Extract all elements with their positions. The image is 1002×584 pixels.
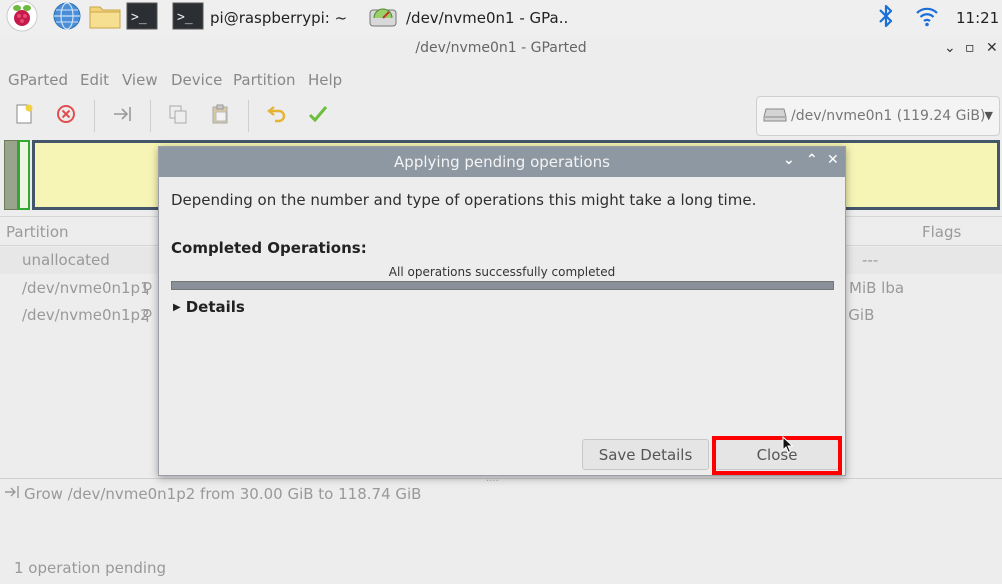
lock-icon: ⚲ bbox=[142, 306, 153, 324]
menu-edit[interactable]: Edit bbox=[80, 71, 109, 89]
resize-arrow-icon bbox=[111, 103, 133, 129]
menu-help[interactable]: Help bbox=[308, 71, 342, 89]
terminal-launcher[interactable]: >_ bbox=[126, 2, 158, 34]
lock-icon: ⚲ bbox=[142, 279, 153, 297]
dialog-description: Depending on the number and type of oper… bbox=[171, 191, 757, 209]
clock-text: 11:21 bbox=[956, 9, 1000, 27]
chevron-down-icon: ▼ bbox=[984, 109, 993, 122]
copy-icon bbox=[167, 103, 189, 129]
globe-icon bbox=[52, 1, 82, 35]
status-bar: 1 operation pending bbox=[0, 552, 1002, 584]
clock: 11:21 bbox=[956, 2, 999, 34]
wifi-icon bbox=[914, 3, 940, 33]
column-partition[interactable]: Partition bbox=[6, 223, 69, 241]
check-icon bbox=[307, 103, 329, 129]
graph-partition-p1[interactable] bbox=[4, 140, 18, 210]
grow-arrow-icon bbox=[4, 485, 20, 503]
operations-pane: .... Grow /dev/nvme0n1p2 from 30.00 GiB … bbox=[0, 473, 1002, 548]
paste-button[interactable] bbox=[206, 102, 234, 130]
operation-text: Grow /dev/nvme0n1p2 from 30.00 GiB to 11… bbox=[24, 485, 422, 503]
operation-item[interactable]: Grow /dev/nvme0n1p2 from 30.00 GiB to 11… bbox=[4, 485, 421, 503]
toolbar-separator bbox=[94, 100, 95, 132]
row-partition-name: /dev/nvme0n1p1 bbox=[22, 279, 150, 297]
completed-operations-label: Completed Operations: bbox=[171, 239, 367, 257]
progress-bar bbox=[171, 281, 834, 290]
svg-text:>_: >_ bbox=[131, 10, 147, 25]
menu-bar: GParted Edit View Device Partition Help bbox=[0, 66, 1002, 94]
device-select[interactable]: /dev/nvme0n1 (119.24 GiB) ▼ bbox=[756, 96, 1000, 136]
minimize-icon[interactable]: ⌄ bbox=[944, 40, 956, 56]
file-manager-launcher[interactable] bbox=[88, 2, 122, 34]
toolbar-separator bbox=[248, 100, 249, 132]
close-icon[interactable]: ✕ bbox=[986, 40, 998, 56]
browser-launcher[interactable] bbox=[52, 2, 82, 34]
new-document-icon bbox=[13, 103, 35, 129]
resize-move-button[interactable] bbox=[108, 102, 136, 130]
mouse-cursor-icon bbox=[782, 435, 794, 458]
raspberry-menu-button[interactable] bbox=[6, 0, 38, 36]
maximize-icon[interactable]: ▫ bbox=[965, 40, 975, 56]
apply-button[interactable] bbox=[304, 102, 332, 130]
graph-partition-p1-fill bbox=[18, 140, 30, 210]
bluetooth-icon bbox=[876, 3, 896, 33]
new-partition-button[interactable] bbox=[10, 102, 38, 130]
menu-view[interactable]: View bbox=[122, 71, 158, 89]
delete-icon bbox=[55, 103, 77, 129]
column-flags[interactable]: Flags bbox=[922, 223, 961, 241]
menu-gparted[interactable]: GParted bbox=[8, 71, 68, 89]
disk-icon bbox=[763, 105, 787, 127]
apply-operations-dialog: Applying pending operations ⌄ ⌃ ✕ Depend… bbox=[158, 146, 846, 476]
undo-icon bbox=[265, 103, 287, 129]
folder-icon bbox=[88, 1, 122, 35]
row-partition-name: unallocated bbox=[22, 251, 110, 269]
raspberry-icon bbox=[6, 0, 38, 36]
copy-button[interactable] bbox=[164, 102, 192, 130]
menu-partition[interactable]: Partition bbox=[233, 71, 296, 89]
window-title: /dev/nvme0n1 - GParted bbox=[415, 40, 587, 56]
paste-icon bbox=[209, 103, 231, 129]
gparted-icon bbox=[368, 2, 398, 34]
details-expander[interactable]: ▶ Details bbox=[173, 298, 245, 316]
terminal-icon: >_ bbox=[172, 2, 204, 34]
bluetooth-button[interactable] bbox=[876, 2, 896, 34]
toolbar-separator bbox=[150, 100, 151, 132]
menu-device[interactable]: Device bbox=[171, 71, 222, 89]
row-right-text: --- bbox=[862, 251, 879, 269]
maximize-icon[interactable]: ⌃ bbox=[806, 152, 818, 168]
task-terminal[interactable]: >_ pi@raspberrypi: ~ bbox=[172, 2, 347, 34]
expander-arrow-icon: ▶ bbox=[173, 301, 181, 313]
wifi-button[interactable] bbox=[914, 2, 940, 34]
row-right-text: MiB lba bbox=[849, 279, 905, 297]
save-details-button[interactable]: Save Details bbox=[582, 439, 709, 470]
dialog-titlebar[interactable]: Applying pending operations ⌄ ⌃ ✕ bbox=[159, 147, 845, 177]
dialog-title: Applying pending operations bbox=[394, 153, 610, 171]
taskbar: >_ >_ pi@raspberrypi: ~ /dev/nvme0n1 - G… bbox=[0, 0, 1002, 36]
terminal-icon: >_ bbox=[126, 2, 158, 34]
row-partition-name: /dev/nvme0n1p2 bbox=[22, 306, 150, 324]
undo-button[interactable] bbox=[262, 102, 290, 130]
close-button-highlight bbox=[712, 436, 842, 475]
minimize-icon[interactable]: ⌄ bbox=[783, 152, 795, 168]
status-text: 1 operation pending bbox=[14, 559, 167, 577]
progress-label: All operations successfully completed bbox=[388, 265, 616, 279]
task-gparted-label: /dev/nvme0n1 - GPa.. bbox=[406, 9, 569, 27]
close-icon[interactable]: ✕ bbox=[827, 152, 839, 168]
window-titlebar: /dev/nvme0n1 - GParted ⌄ ▫ ✕ bbox=[0, 36, 1002, 64]
task-gparted[interactable]: /dev/nvme0n1 - GPa.. bbox=[368, 2, 568, 34]
details-label: Details bbox=[185, 298, 245, 316]
delete-partition-button[interactable] bbox=[52, 102, 80, 130]
svg-text:>_: >_ bbox=[177, 10, 193, 25]
device-select-label: /dev/nvme0n1 (119.24 GiB) bbox=[791, 108, 986, 124]
task-terminal-label: pi@raspberrypi: ~ bbox=[210, 9, 348, 27]
